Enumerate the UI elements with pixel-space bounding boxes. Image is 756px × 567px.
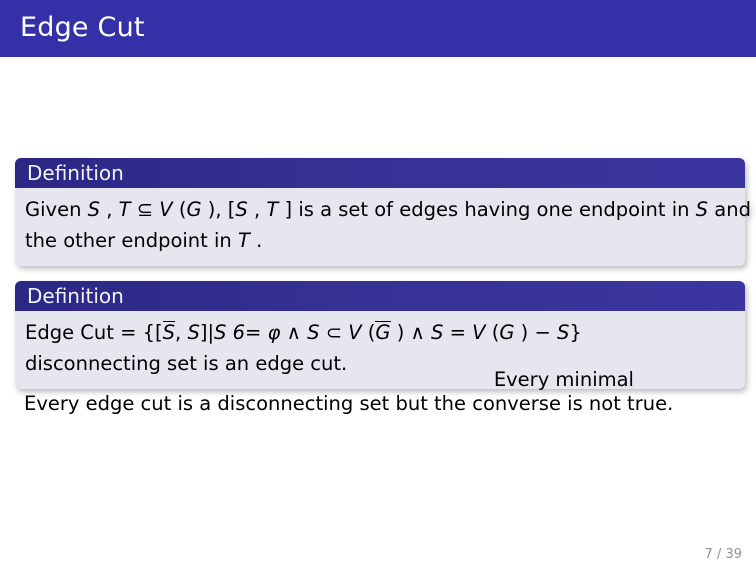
def1-var-t3: T (238, 229, 250, 252)
page-indicator: 7 / 39 (704, 547, 742, 562)
definition-block-2-body: Edge Cut = {[S, S]|S 6= φ ∧ S ⊂ V (G ) ∧… (15, 311, 745, 391)
definition-2-line-1: Edge Cut = {[S, S]|S 6= φ ∧ S ⊂ V (G ) ∧… (25, 317, 735, 391)
def1-text-given: Given (25, 198, 88, 221)
slide-title-bar: Edge Cut (0, 0, 756, 57)
def1-paren-open: ( (172, 198, 187, 221)
def2-var-v2: V (472, 321, 486, 344)
def2-op-and-2: ) ∧ (390, 321, 432, 344)
def1-var-s2: S (235, 198, 248, 221)
definition-block-1: Definition Given S , T ⊆ V (G ), [S , T … (15, 158, 751, 266)
definition-1-line-2: the other endpoint in T . (25, 225, 735, 256)
def1-text-rest: ] is a set of edges having one endpoint … (278, 198, 696, 221)
def2-var-v: V (348, 321, 362, 344)
def2-sep-1: , (175, 321, 188, 344)
def2-op-and-1: ∧ (280, 321, 308, 344)
def2-op-eq: = (443, 321, 473, 344)
definition-block-1-body: Given S , T ⊆ V (G ), [S , T ] is a set … (15, 188, 751, 266)
slide-content-area: Definition Given S , T ⊆ V (G ), [S , T … (0, 57, 756, 567)
def1-bracket-open: ), [ (201, 198, 236, 221)
def2-var-s-bar: S (162, 321, 176, 344)
def2-sym-phi: φ (267, 321, 281, 344)
page-title: Edge Cut (20, 12, 145, 43)
def2-var-g2: G (499, 321, 515, 344)
def2-op-minus: ) − (514, 321, 557, 344)
def2-paren-open-1: ( (361, 321, 376, 344)
def2-op-subset: ⊂ (319, 321, 349, 344)
def1-var-t: T (118, 198, 131, 221)
def1-op-subseteq: ⊆ (130, 198, 160, 221)
def1-period: . (249, 229, 263, 252)
def1-var-s: S (87, 198, 101, 221)
def1-var-s3: S (695, 198, 709, 221)
definition-block-1-title: Definition (15, 158, 745, 188)
def1-var-g: G (186, 198, 202, 221)
def2-overlap-text: Every minimal (493, 368, 634, 391)
def2-var-s4: S (431, 321, 444, 344)
definition-block-2: Definition Edge Cut = {[S, S]|S 6= φ ∧ S… (15, 281, 745, 391)
def2-bracket-close: ]| (199, 321, 215, 344)
def1-var-v: V (159, 198, 173, 221)
def2-brace-close: } (569, 321, 582, 344)
def2-var-s5: S (557, 321, 570, 344)
def2-text-edgecut: Edge Cut = {[ (25, 321, 163, 344)
def2-var-s3: S (307, 321, 320, 344)
def1-sep-1: , (100, 198, 119, 221)
def2-var-s: S (187, 321, 200, 344)
closing-statement: Every edge cut is a disconnecting set bu… (24, 392, 674, 415)
def2-var-s2: S (214, 321, 227, 344)
def2-paren-open-2: ( (485, 321, 500, 344)
def2-var-g-bar: G (375, 321, 391, 344)
def1-text-and: and (708, 198, 751, 221)
definition-block-2-title: Definition (15, 281, 745, 311)
def1-var-t2: T (266, 198, 279, 221)
def1-text-other: the other endpoint in (25, 229, 238, 252)
definition-1-line-1: Given S , T ⊆ V (G ), [S , T ] is a set … (25, 194, 751, 225)
def1-sep-2: , (247, 198, 267, 221)
def2-op-neq: 6= (226, 321, 268, 344)
